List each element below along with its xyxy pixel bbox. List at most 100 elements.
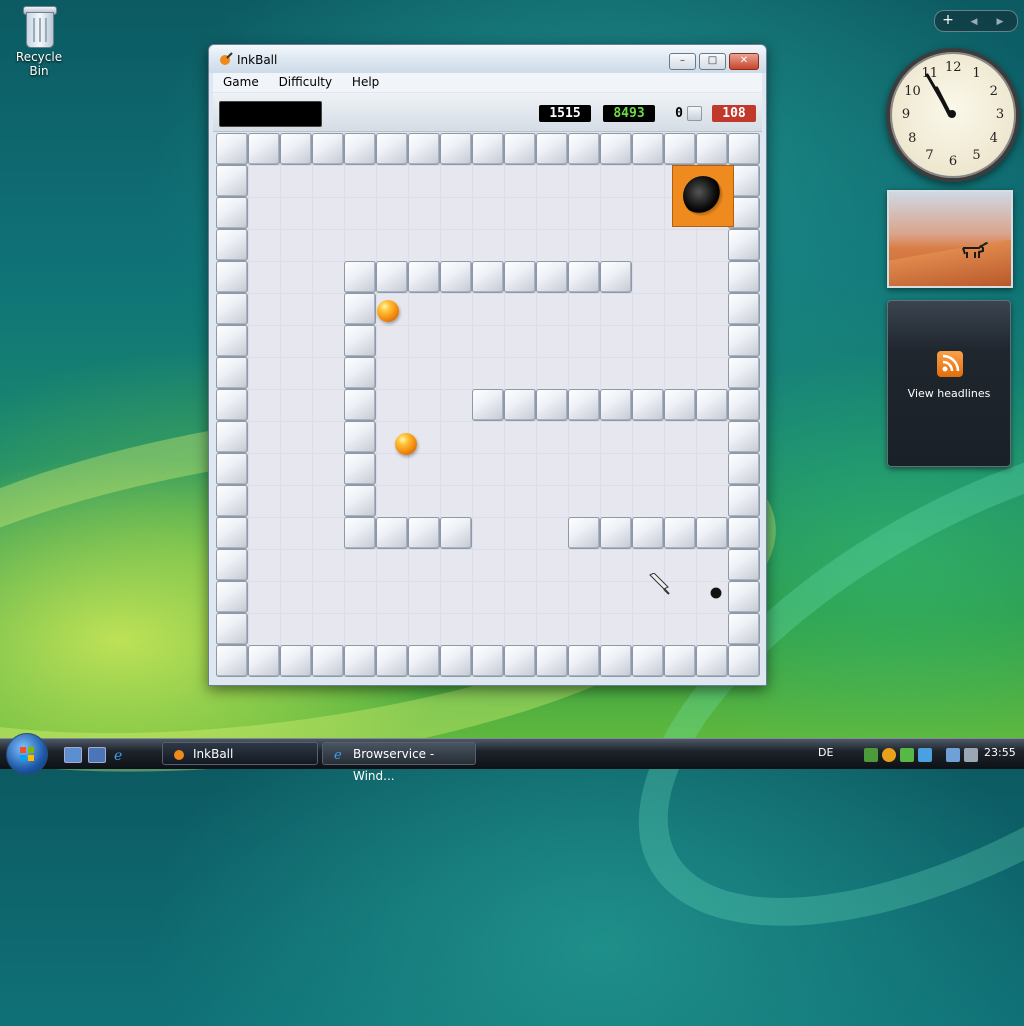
tray-monitor-icon[interactable] — [946, 748, 960, 762]
svg-text:e: e — [114, 748, 122, 763]
wall-tile — [344, 133, 376, 165]
wall-tile — [600, 133, 632, 165]
wall-tile — [472, 133, 504, 165]
feed-headlines-gadget[interactable]: View headlines — [887, 300, 1011, 467]
clock-number: 1 — [972, 66, 981, 82]
menu-bar: Game Difficulty Help — [213, 73, 762, 92]
wall-tile — [728, 229, 760, 261]
wall-tile — [312, 133, 344, 165]
close-button[interactable]: ✕ — [729, 53, 759, 70]
wall-tile — [536, 133, 568, 165]
internet-explorer-icon[interactable]: e — [112, 747, 128, 764]
wall-tile — [344, 293, 376, 325]
score-bar: 1515 8493 0 108 — [213, 93, 762, 132]
wall-tile — [344, 485, 376, 517]
clock-number: 6 — [948, 154, 958, 169]
view-headlines-link[interactable]: View headlines — [888, 387, 1010, 400]
tray-network-icon[interactable] — [918, 748, 932, 762]
recycle-bin[interactable]: Recycle Bin — [6, 4, 72, 78]
slideshow-gadget[interactable] — [887, 190, 1013, 288]
ball-box-icon — [687, 106, 702, 121]
start-button[interactable] — [6, 733, 48, 775]
title-bar[interactable]: InkBall – □ ✕ — [209, 45, 766, 73]
ball-orange — [395, 433, 417, 455]
wall-tile — [472, 645, 504, 677]
wall-tile — [216, 421, 248, 453]
wall-tile — [344, 261, 376, 293]
rss-icon — [937, 351, 963, 377]
wall-tile — [440, 133, 472, 165]
wall-tile — [728, 581, 760, 613]
language-indicator[interactable]: DE — [818, 746, 833, 759]
wall-tile — [376, 645, 408, 677]
wall-tile — [728, 389, 760, 421]
clock-time[interactable]: 23:55 — [984, 746, 1016, 759]
switch-windows-icon[interactable] — [88, 747, 106, 763]
inkball-app-icon — [220, 52, 233, 65]
wall-tile — [600, 389, 632, 421]
show-desktop-icon[interactable] — [64, 747, 82, 763]
clock-pin — [948, 110, 956, 118]
wall-tile — [216, 613, 248, 645]
wall-tile — [344, 517, 376, 549]
wall-tile — [664, 389, 696, 421]
wall-tile — [696, 133, 728, 165]
wall-tile — [472, 261, 504, 293]
wall-tile — [216, 293, 248, 325]
sidebar-next-button[interactable]: ▶ — [987, 13, 1013, 31]
maximize-button[interactable]: □ — [699, 53, 726, 70]
menu-help[interactable]: Help — [342, 73, 385, 89]
wall-tile — [728, 357, 760, 389]
taskbar-item-inkball[interactable]: InkBall — [162, 742, 318, 765]
wall-tile — [216, 357, 248, 389]
wall-tile — [248, 133, 280, 165]
wall-tile — [408, 133, 440, 165]
wall-tile — [216, 645, 248, 677]
wall-tile — [216, 325, 248, 357]
goal-hole-gray — [704, 581, 728, 605]
volume-muted-icon[interactable] — [964, 748, 978, 762]
wall-tile — [504, 133, 536, 165]
wall-tile — [600, 261, 632, 293]
recycle-bin-label: Recycle Bin — [15, 50, 63, 78]
clock-gadget[interactable]: 12 1 2 3 4 5 6 7 8 9 10 11 — [886, 48, 1020, 182]
wall-tile — [248, 645, 280, 677]
wall-tile — [568, 517, 600, 549]
sidebar-prev-button[interactable]: ◀ — [961, 13, 987, 31]
ink-display — [219, 101, 322, 127]
wall-tile — [440, 261, 472, 293]
wall-tile — [696, 517, 728, 549]
recycle-bin-icon — [22, 4, 57, 48]
wall-tile — [440, 517, 472, 549]
wall-tile — [600, 645, 632, 677]
wall-tile — [344, 645, 376, 677]
wall-tile — [696, 389, 728, 421]
sidebar-add-button[interactable]: + — [935, 11, 961, 29]
wall-tile — [216, 229, 248, 261]
security-shield-icon[interactable] — [882, 748, 896, 762]
menu-difficulty[interactable]: Difficulty — [269, 73, 339, 89]
tray-check-icon[interactable] — [900, 748, 914, 762]
wall-tile — [376, 261, 408, 293]
wall-tile — [216, 133, 248, 165]
game-board[interactable] — [216, 133, 760, 677]
wall-tile — [536, 389, 568, 421]
wall-tile — [280, 645, 312, 677]
tray-icon[interactable] — [864, 748, 878, 762]
wall-tile — [632, 645, 664, 677]
wall-tile — [344, 357, 376, 389]
wall-tile — [504, 389, 536, 421]
wall-tile — [664, 517, 696, 549]
wall-tile — [632, 133, 664, 165]
windows-logo-icon — [20, 747, 34, 761]
taskbar-item-browservice[interactable]: e Browservice - Wind... — [322, 742, 476, 783]
minimize-button[interactable]: – — [669, 53, 696, 70]
clock-number: 11 — [921, 66, 939, 82]
menu-game[interactable]: Game — [213, 73, 265, 89]
clock-number: 3 — [995, 107, 1005, 122]
wall-tile — [536, 645, 568, 677]
wall-tile — [568, 133, 600, 165]
clock-number: 8 — [908, 130, 917, 146]
sidebar-controls: + ◀ ▶ — [934, 10, 1018, 32]
wall-tile — [664, 133, 696, 165]
